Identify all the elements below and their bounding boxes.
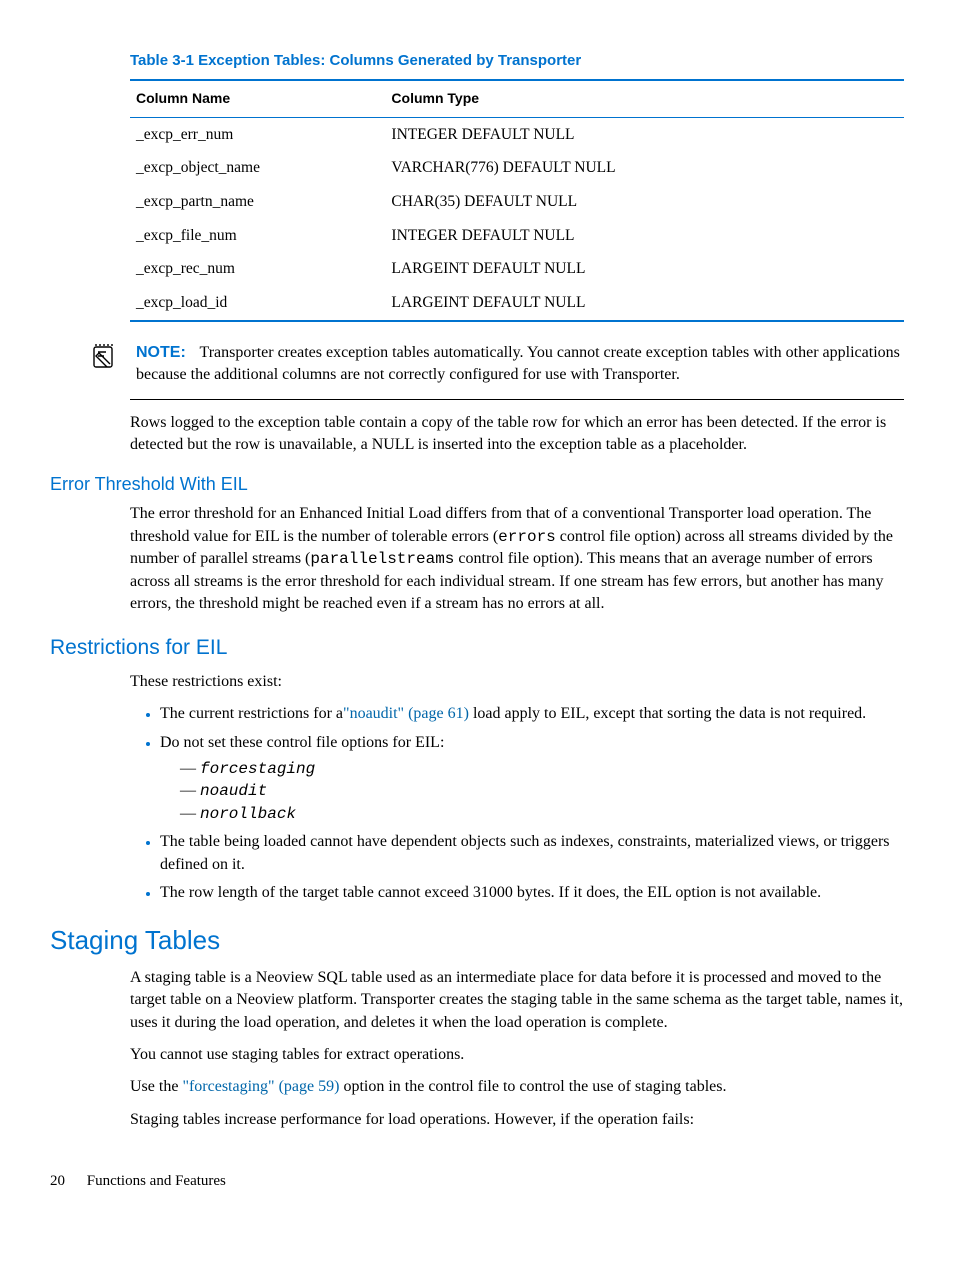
note-block: NOTE: Transporter creates exception tabl…: [136, 342, 904, 387]
cell-type: INTEGER DEFAULT NULL: [385, 219, 904, 253]
note-icon: [90, 342, 118, 370]
list-item: Do not set these control file options fo…: [160, 732, 904, 826]
cell-name: _excp_err_num: [130, 117, 385, 151]
cell-type: LARGEINT DEFAULT NULL: [385, 252, 904, 286]
table-caption: Table 3-1 Exception Tables: Columns Gene…: [130, 50, 904, 71]
table-row: _excp_rec_numLARGEINT DEFAULT NULL: [130, 252, 904, 286]
note-label: NOTE:: [136, 344, 186, 361]
table-row: _excp_load_idLARGEINT DEFAULT NULL: [130, 286, 904, 321]
list-item: The table being loaded cannot have depen…: [160, 831, 904, 876]
paragraph: The error threshold for an Enhanced Init…: [130, 503, 904, 615]
list-item: noaudit: [180, 780, 904, 802]
cell-name: _excp_object_name: [130, 151, 385, 185]
cell-name: _excp_file_num: [130, 219, 385, 253]
paragraph: These restrictions exist:: [130, 671, 904, 693]
link-noaudit[interactable]: "noaudit" (page 61): [343, 705, 469, 722]
cell-name: _excp_load_id: [130, 286, 385, 321]
table-row: _excp_partn_nameCHAR(35) DEFAULT NULL: [130, 185, 904, 219]
link-forcestaging[interactable]: "forcestaging" (page 59): [182, 1078, 339, 1095]
options-sublist: forcestaging noaudit norollback: [160, 758, 904, 825]
paragraph: Use the "forcestaging" (page 59) option …: [130, 1076, 904, 1098]
footer-section: Functions and Features: [87, 1173, 226, 1189]
table-row: _excp_err_numINTEGER DEFAULT NULL: [130, 117, 904, 151]
code-errors: errors: [498, 528, 556, 546]
th-column-type: Column Type: [385, 80, 904, 117]
heading-error-threshold: Error Threshold With EIL: [50, 472, 904, 497]
table-row: _excp_file_numINTEGER DEFAULT NULL: [130, 219, 904, 253]
table-row: _excp_object_nameVARCHAR(776) DEFAULT NU…: [130, 151, 904, 185]
cell-name: _excp_partn_name: [130, 185, 385, 219]
cell-type: CHAR(35) DEFAULT NULL: [385, 185, 904, 219]
cell-type: INTEGER DEFAULT NULL: [385, 117, 904, 151]
heading-restrictions: Restrictions for EIL: [50, 633, 904, 662]
paragraph: You cannot use staging tables for extrac…: [130, 1044, 904, 1066]
list-item: forcestaging: [180, 758, 904, 780]
list-item: norollback: [180, 803, 904, 825]
page-footer: 20 Functions and Features: [50, 1171, 904, 1192]
cell-name: _excp_rec_num: [130, 252, 385, 286]
paragraph: Staging tables increase performance for …: [130, 1109, 904, 1131]
exception-columns-table: Column Name Column Type _excp_err_numINT…: [130, 79, 904, 322]
list-item: The row length of the target table canno…: [160, 882, 904, 904]
restrictions-list: The current restrictions for a"noaudit" …: [130, 703, 904, 904]
heading-staging-tables: Staging Tables: [50, 922, 904, 958]
page-number: 20: [50, 1173, 65, 1189]
cell-type: LARGEINT DEFAULT NULL: [385, 286, 904, 321]
divider: [130, 399, 904, 400]
cell-type: VARCHAR(776) DEFAULT NULL: [385, 151, 904, 185]
paragraph: A staging table is a Neoview SQL table u…: [130, 967, 904, 1034]
code-parallelstreams: parallelstreams: [310, 550, 454, 568]
note-text: Transporter creates exception tables aut…: [136, 344, 900, 383]
th-column-name: Column Name: [130, 80, 385, 117]
list-item: The current restrictions for a"noaudit" …: [160, 703, 904, 725]
paragraph: Rows logged to the exception table conta…: [130, 412, 904, 457]
